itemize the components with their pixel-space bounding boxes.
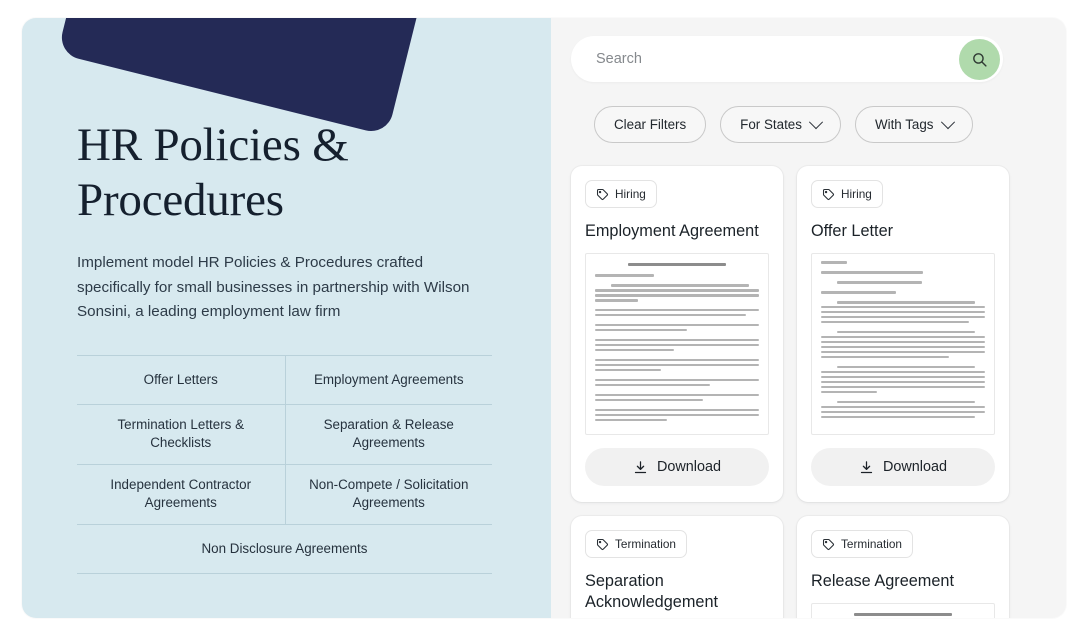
search-bar [571,36,1003,82]
download-icon [859,460,874,475]
status-badge-label: Termination [841,537,902,552]
category-item-employment-agreements[interactable]: Employment Agreements [284,355,493,404]
tag-icon [822,538,835,551]
status-badge[interactable]: Hiring [811,180,883,208]
for-states-dropdown[interactable]: For States [720,106,841,143]
category-item-non-disclosure[interactable]: Non Disclosure Agreements [77,525,492,573]
download-button[interactable]: Download [811,448,995,487]
document-card[interactable]: Hiring Employment Agreement Download [571,166,783,503]
document-card[interactable]: Hiring Offer Letter Download [797,166,1009,503]
download-label: Download [883,459,947,476]
status-badge-label: Termination [615,537,676,552]
category-item-separation-release[interactable]: Separation & Release Agreements [284,404,493,464]
document-title: Release Agreement [811,572,955,591]
category-grid: Offer Letters Employment Agreements Term… [77,354,493,574]
document-card[interactable]: Termination Release Agreement [797,516,1009,618]
search-submit-button[interactable] [959,38,1000,80]
category-row: Non Disclosure Agreements [77,525,492,574]
screenshot-viewport: HR Policies & Procedures Implement model… [0,0,1088,636]
category-row: Termination Letters & Checklists Separat… [77,404,493,465]
download-icon [633,460,648,475]
status-badge-label: Hiring [841,187,872,201]
search-input[interactable] [571,51,959,67]
chevron-down-icon [808,114,824,129]
hero-content: HR Policies & Procedures Implement model… [77,118,509,574]
category-row: Independent Contractor Agreements Non-Co… [77,464,493,525]
category-item-independent-contractor[interactable]: Independent Contractor Agreements [77,465,285,524]
page-title: HR Policies & Procedures [77,119,349,227]
filter-bar: Clear Filters For States With Tags [594,106,973,143]
status-badge[interactable]: Termination [585,530,687,559]
download-label: Download [657,459,721,476]
with-tags-label: With Tags [874,117,934,132]
tag-icon [596,188,609,201]
status-badge[interactable]: Hiring [585,180,657,208]
for-states-label: For States [740,117,802,132]
document-card[interactable]: Termination Separation Acknowledgement [571,516,783,618]
tag-icon [822,188,835,201]
status-badge-label: Hiring [615,187,646,201]
hero-panel: HR Policies & Procedures Implement model… [22,18,551,618]
documents-panel: Clear Filters For States With Tags [551,18,1066,618]
chevron-down-icon [940,114,955,129]
category-item-offer-letters[interactable]: Offer Letters [77,356,285,404]
page-subtitle: Implement model HR Policies & Procedures… [77,253,470,321]
category-item-termination-letters[interactable]: Termination Letters & Checklists [77,405,285,464]
tag-icon [596,538,609,551]
document-preview-thumbnail[interactable] [585,253,769,436]
app-page: HR Policies & Procedures Implement model… [22,18,1066,618]
document-title: Employment Agreement [585,222,759,240]
category-row: Offer Letters Employment Agreements [77,355,493,405]
search-icon [971,51,988,68]
document-preview-thumbnail[interactable] [811,603,995,618]
document-title: Separation Acknowledgement [585,572,719,612]
document-card-grid: Hiring Employment Agreement Download Hir… [571,166,1019,618]
status-badge[interactable]: Termination [811,530,913,559]
clear-filters-button[interactable]: Clear Filters [594,106,707,143]
document-preview-thumbnail[interactable] [811,253,995,436]
download-button[interactable]: Download [585,448,769,487]
with-tags-dropdown[interactable]: With Tags [854,106,973,143]
clear-filters-label: Clear Filters [614,117,687,132]
category-item-non-compete[interactable]: Non-Compete / Solicitation Agreements [284,464,493,524]
document-title: Offer Letter [811,222,894,240]
